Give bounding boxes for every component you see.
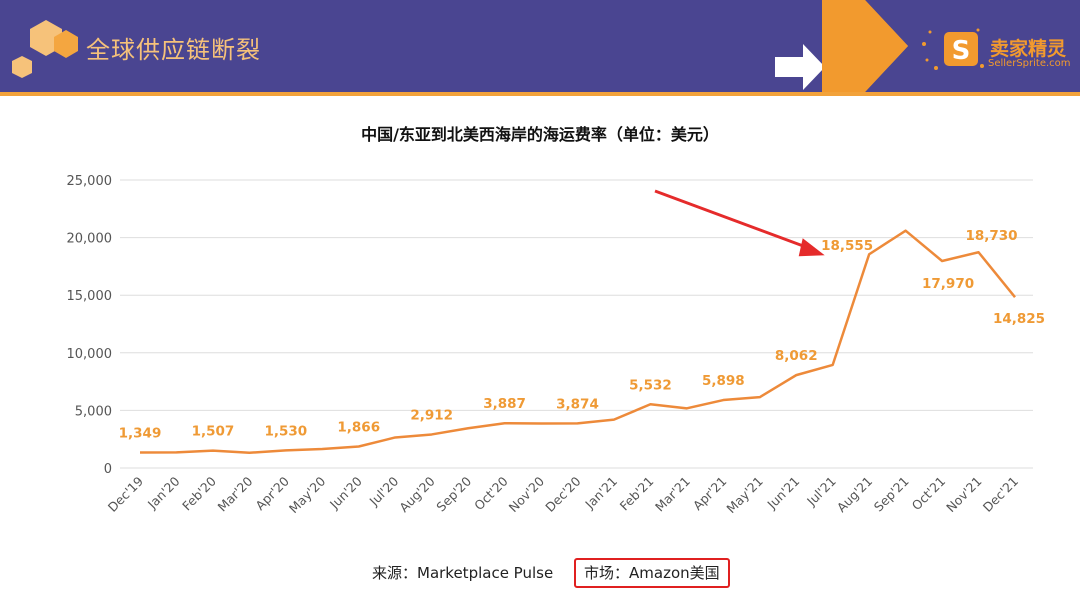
x-tick-label: Sep'20 xyxy=(433,473,474,514)
x-tick-label: Dec'21 xyxy=(980,474,1021,515)
x-tick-label: Mar'20 xyxy=(215,473,256,514)
y-tick-label: 5,000 xyxy=(75,404,112,419)
chart-gridlines xyxy=(120,179,1033,469)
x-tick-label: Aug'21 xyxy=(834,474,876,516)
x-tick-label: Sep'21 xyxy=(871,474,912,515)
data-labels: 1,349 1,507 1,530 1,866 2,912 3,887 3,874 5,532… xyxy=(119,228,1045,441)
x-tick-label: Oct'21 xyxy=(909,474,949,514)
x-tick-label: Apr'21 xyxy=(690,474,730,514)
x-tick-label: Dec'20 xyxy=(542,473,583,514)
data-label: 8,062 xyxy=(775,348,818,364)
x-tick-label: May'20 xyxy=(286,473,329,516)
data-label: 5,898 xyxy=(702,373,745,389)
x-tick-label: Feb'20 xyxy=(179,473,219,513)
data-label: 3,887 xyxy=(483,396,526,412)
x-tick-label: Nov'21 xyxy=(943,474,985,516)
y-tick-label: 15,000 xyxy=(67,289,113,304)
annotation-arrow-shaft xyxy=(654,189,816,252)
data-label: 1,866 xyxy=(337,420,380,436)
source-note: 来源：Marketplace Pulse xyxy=(372,564,554,582)
y-tick-label: 10,000 xyxy=(67,347,113,362)
x-tick-label: Jan'21 xyxy=(581,474,620,513)
y-tick-label: 25,000 xyxy=(67,174,113,189)
chart-series xyxy=(139,229,1016,455)
data-label: 1,507 xyxy=(192,424,235,440)
x-tick-label: Oct'20 xyxy=(471,473,511,513)
y-tick-label: 20,000 xyxy=(67,232,113,247)
x-tick-label: Apr'20 xyxy=(252,473,292,513)
x-tick-label: Jun'21 xyxy=(764,474,803,513)
data-label: 3,874 xyxy=(556,396,599,412)
data-label: 1,349 xyxy=(119,425,162,441)
x-tick-label: Nov'20 xyxy=(506,473,548,515)
x-tick-label: May'21 xyxy=(723,474,766,517)
annotation-arrow xyxy=(654,189,825,257)
data-label: 2,912 xyxy=(410,407,453,423)
x-tick-label: Mar'21 xyxy=(652,474,693,515)
data-label: 14,825 xyxy=(993,311,1045,327)
data-label: 18,730 xyxy=(965,228,1017,244)
x-axis: Dec'19Jan'20Feb'20Mar'20Apr'20May'20Jun'… xyxy=(105,473,1021,516)
x-tick-label: Dec'19 xyxy=(105,473,146,514)
x-tick-label: Jan'20 xyxy=(144,473,183,512)
x-tick-label: Jun'20 xyxy=(326,473,365,512)
data-label: 1,530 xyxy=(264,423,307,439)
x-tick-label: Feb'21 xyxy=(617,474,657,514)
y-axis: 0 5,000 10,000 15,000 20,000 25,000 xyxy=(67,174,113,477)
data-label: 18,555 xyxy=(821,238,873,254)
series-line xyxy=(139,229,1016,455)
x-tick-label: Aug'20 xyxy=(396,473,438,515)
y-tick-label: 0 xyxy=(104,462,112,477)
line-chart: 05,00010,00015,00020,00025,000 Dec'19Jan… xyxy=(67,174,1046,516)
data-label: 5,532 xyxy=(629,377,672,393)
data-label: 17,970 xyxy=(922,276,974,292)
market-badge: 市场：Amazon美国 xyxy=(574,558,730,588)
